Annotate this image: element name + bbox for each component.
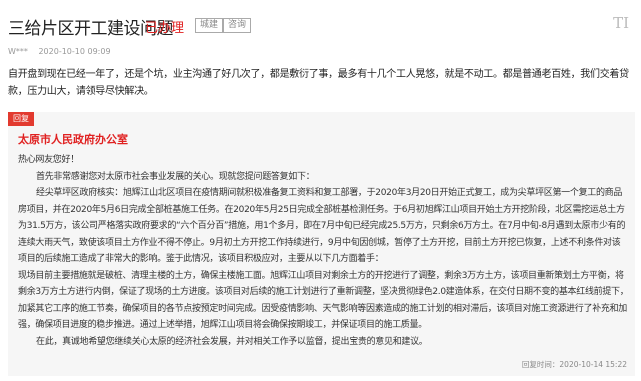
reply-box: 回复 太原市人民政府办公室 热心网友您好！ 首先非常感谢您对太原市社会事业发展的… [8, 112, 635, 376]
reply-paragraph: 首先非常感谢您对太原市社会事业发展的关心。现就您提问题答复如下： [36, 171, 315, 182]
category-tag[interactable]: 城建 [195, 18, 224, 33]
reply-paragraph: 现场目前主要措施就是破桩、清理主楼的土方，确保主楼施工面。旭辉江山项目对剩余土方… [18, 270, 629, 331]
reply-body: 热心网友您好！ 首先非常感谢您对太原市社会事业发展的关心。现就您提问题答复如下：… [18, 152, 629, 350]
reply-closing: 在此，真诚地希望您继续关心太原的经济社会发展，并对相关工作予以监督，提出宝贵的意… [36, 336, 428, 347]
type-tag[interactable]: 咨询 [223, 18, 252, 33]
post-date: 2020-10-10 09:09 [38, 47, 111, 56]
reply-time: 回复时间：2020-10-14 15:22 [521, 360, 627, 369]
reply-badge: 回复 [8, 112, 34, 126]
question-header: 三给片区开工建设问题 已办理 城建 咨询 TI [8, 10, 633, 40]
font-size-icon[interactable]: TI [613, 14, 629, 32]
reply-paragraph: 经尖草坪区政府核实：旭辉江山北区项目在疫情期间就积极准备复工资料和复工部署，于2… [18, 188, 626, 264]
question-body: 自开盘到现在已经一年了，还是个坑，业主沟通了好几次了，都是敷衍了事，最多有十几个… [8, 69, 629, 97]
reply-greeting: 热心网友您好！ [18, 155, 79, 165]
author-name: W*** [8, 47, 28, 56]
status-label: 已办理 [145, 21, 185, 36]
question-meta: W*** 2020-10-10 09:09 [8, 47, 111, 56]
reply-organization: 太原市人民政府办公室 [18, 133, 128, 146]
